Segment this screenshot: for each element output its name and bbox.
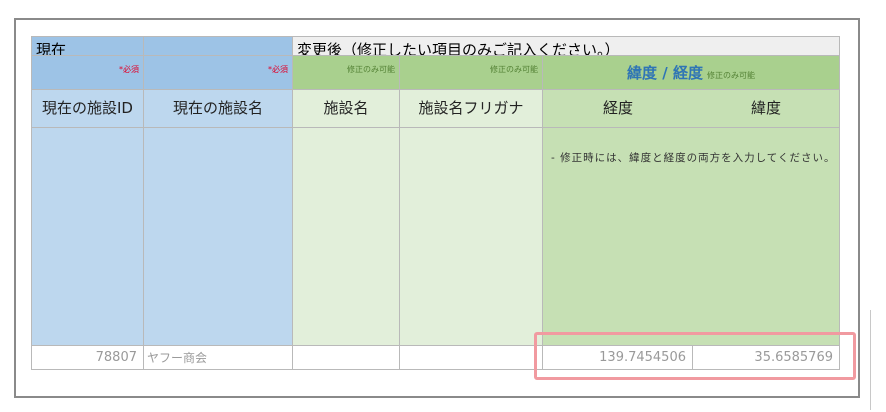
- data-facility-kana[interactable]: [400, 346, 543, 370]
- current-name-area: [144, 128, 293, 346]
- latlon-modifiable-badge: 修正のみ可能: [706, 71, 755, 80]
- required-badge-id: *必須: [31, 56, 144, 90]
- data-current-name[interactable]: ヤフー商会: [144, 346, 293, 370]
- latlon-highlight-box: [534, 332, 856, 380]
- header-facility-kana: 施設名フリガナ: [400, 90, 543, 128]
- header-latitude: 緯度: [693, 90, 840, 128]
- data-current-id[interactable]: 78807: [31, 346, 144, 370]
- facility-name-area: [293, 128, 400, 346]
- latlon-group-header: 緯度 / 経度 修正のみ可能: [543, 56, 840, 90]
- latlon-title: 緯度 / 経度: [627, 64, 703, 82]
- header-current-name: 現在の施設名: [144, 90, 293, 128]
- current-id-area: [31, 128, 144, 346]
- data-facility-name[interactable]: [293, 346, 400, 370]
- change-section-header: 変更後（修正したい項目のみご記入ください。）: [293, 36, 840, 56]
- required-badge-name: *必須: [144, 56, 293, 90]
- spreadsheet-grid: 現在 変更後（修正したい項目のみご記入ください。） *必須 *必須 修正のみ可能…: [31, 36, 840, 370]
- modifiable-badge-name: 修正のみ可能: [293, 56, 400, 90]
- modifiable-badge-kana: 修正のみ可能: [400, 56, 543, 90]
- current-section-header-blank: [144, 36, 293, 56]
- header-facility-name: 施設名: [293, 90, 400, 128]
- facility-kana-area: [400, 128, 543, 346]
- header-current-id: 現在の施設ID: [31, 90, 144, 128]
- divider-line: [870, 310, 871, 410]
- header-longitude: 経度: [543, 90, 693, 128]
- latlon-note: - 修正時には、緯度と経度の両方を入力してください。: [543, 128, 840, 346]
- current-section-header: 現在: [31, 36, 144, 56]
